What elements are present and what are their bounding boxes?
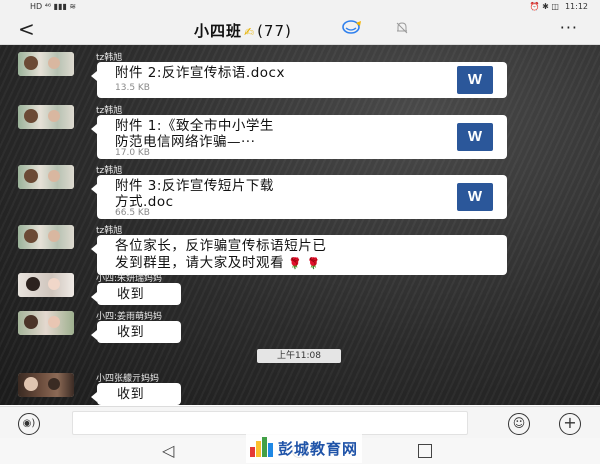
message-line: 各位家长，反诈骗宣传标语短片已 — [115, 238, 327, 254]
more-options-button[interactable]: ··· — [560, 18, 578, 37]
screen: HD ⁴⁶ ▮▮▮ ≋ ⏰ ✱ ◫ 11:12 < 小四班 ✍ (77) ··· t… — [0, 0, 600, 464]
rose-emoji-icon: 🌹 🌹 — [288, 257, 321, 270]
chat-area[interactable]: tz韩旭 附件 2:反诈宣传标语.docx 13.5 KB W tz韩旭 附件 … — [0, 45, 600, 405]
group-name: 小四班 — [194, 22, 243, 40]
watermark-logo-icon — [250, 437, 274, 459]
file-message-bubble[interactable]: 附件 2:反诈宣传标语.docx 13.5 KB W — [91, 62, 507, 98]
avatar[interactable] — [18, 273, 74, 297]
watermark-text: 彭城教育网 — [278, 439, 359, 458]
time-divider: 上午11:08 — [257, 349, 341, 363]
nav-recent-apps-icon[interactable] — [418, 444, 432, 458]
avatar[interactable] — [18, 52, 74, 76]
message-input[interactable] — [72, 411, 468, 435]
message-text: 各位家长，反诈骗宣传标语短片已 发到群里，请大家及时观看 🌹 🌹 — [115, 238, 327, 272]
message-text: 收到 — [117, 387, 145, 402]
avatar[interactable] — [18, 165, 74, 189]
avatar[interactable] — [18, 105, 74, 129]
voice-input-button[interactable]: ◉) — [18, 413, 40, 435]
more-functions-button[interactable]: + — [559, 413, 581, 435]
group-meeting-icon[interactable] — [342, 20, 362, 34]
file-size: 13.5 KB — [115, 83, 150, 93]
status-left: HD ⁴⁶ ▮▮▮ ≋ — [30, 2, 77, 11]
pencil-emoji-icon: ✍ — [244, 25, 256, 39]
nav-back-icon[interactable]: ◁ — [162, 441, 174, 460]
message-text: 收到 — [117, 325, 145, 340]
bell-icon[interactable] — [395, 21, 409, 35]
file-size: 17.0 KB — [115, 148, 150, 158]
title-bar: < 小四班 ✍ (77) ··· — [0, 14, 600, 45]
text-message-bubble[interactable]: 收到 — [91, 321, 181, 343]
emoji-button[interactable]: ☺ — [508, 413, 530, 435]
message-line: 发到群里，请大家及时观看 🌹 🌹 — [115, 255, 321, 271]
file-title: 附件 3:反诈宣传短片下载 方式.doc — [115, 178, 274, 210]
status-time: 11:12 — [564, 2, 588, 11]
word-document-icon: W — [457, 123, 493, 151]
status-right: ⏰ ✱ ◫ 11:12 — [530, 2, 588, 11]
avatar[interactable] — [18, 373, 74, 397]
file-title: 附件 2:反诈宣传标语.docx — [115, 65, 285, 81]
back-button[interactable]: < — [18, 17, 35, 41]
file-size: 66.5 KB — [115, 208, 150, 218]
avatar[interactable] — [18, 311, 74, 335]
status-bar: HD ⁴⁶ ▮▮▮ ≋ ⏰ ✱ ◫ 11:12 — [0, 0, 600, 14]
text-message-bubble[interactable]: 各位家长，反诈骗宣传标语短片已 发到群里，请大家及时观看 🌹 🌹 — [91, 235, 507, 275]
word-document-icon: W — [457, 183, 493, 211]
avatar[interactable] — [18, 225, 74, 249]
watermark: 彭城教育网 — [246, 433, 363, 463]
file-message-bubble[interactable]: 附件 3:反诈宣传短片下载 方式.doc 66.5 KB W — [91, 175, 507, 219]
message-text: 收到 — [117, 287, 145, 302]
file-message-bubble[interactable]: 附件 1:《致全市中小学生 防范电信网络诈骗—··· 17.0 KB W — [91, 115, 507, 159]
file-title: 附件 1:《致全市中小学生 防范电信网络诈骗—··· — [115, 118, 274, 150]
status-icons: ⏰ ✱ ◫ — [529, 2, 559, 11]
word-document-icon: W — [457, 66, 493, 94]
text-message-bubble[interactable]: 收到 — [91, 383, 181, 405]
text-message-bubble[interactable]: 收到 — [91, 283, 181, 305]
member-count: (77) — [257, 22, 292, 40]
chat-title: 小四班 ✍ (77) — [194, 20, 292, 41]
